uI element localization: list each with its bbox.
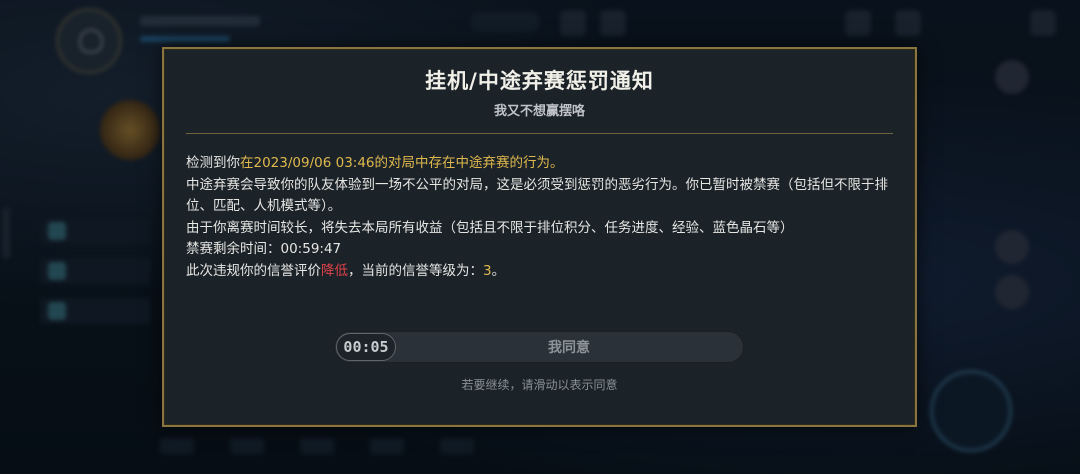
- dialog-subtitle: 我又不想赢摆咯: [493, 104, 585, 119]
- credit-level-value: 3: [483, 262, 492, 279]
- penalty-message: 检测到你在2023/09/06 03:46的对局中存在中途弃赛的行为。 中途弃赛…: [186, 153, 897, 282]
- agree-label: 我同意: [548, 340, 590, 356]
- ban-remaining-time: 禁赛剩余时间：00:59:47: [186, 241, 342, 257]
- slide-hint: 若要继续，请滑动以表示同意: [461, 378, 618, 392]
- slider-handle-countdown[interactable]: 00:05: [336, 333, 396, 361]
- agree-slider[interactable]: 00:05 我同意: [334, 331, 744, 363]
- penalty-dialog: 挂机/中途弃赛惩罚通知 我又不想赢摆咯 检测到你在2023/09/06 03:4…: [162, 47, 917, 427]
- match-time-highlight: 在2023/09/06 03:46的对局中存在中途弃赛的行为。: [240, 155, 564, 171]
- message-line-detection: 检测到你在2023/09/06 03:46的对局中存在中途弃赛的行为。: [186, 155, 564, 171]
- message-line-ban: 中途弃赛会导致你的队友体验到一场不公平的对局，这是必须受到惩罚的恶劣行为。你已暂…: [186, 176, 888, 215]
- divider: [186, 133, 893, 134]
- message-line-rewards: 由于你离赛时间较长，将失去本局所有收益（包括且不限于排位积分、任务进度、经验、蓝…: [186, 219, 794, 236]
- dialog-title: 挂机/中途弃赛惩罚通知: [425, 69, 654, 93]
- message-line-credit: 此次违规你的信誉评价降低，当前的信誉等级为：3。: [186, 262, 506, 279]
- credit-decrease-label: 降低: [321, 262, 348, 279]
